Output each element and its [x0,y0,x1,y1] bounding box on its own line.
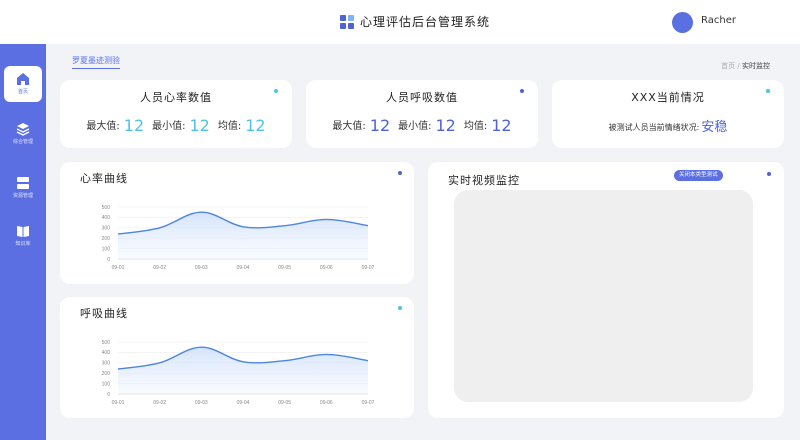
sidebar-item-label: 综合管理 [12,139,33,145]
sidebar-item-label: 知识库 [15,241,31,247]
mood-row: 被测试人员当前情绪状况: 安稳 [552,116,784,135]
indicator-dot [767,172,771,176]
breadcrumb: 首页 / 实时监控 [721,61,770,71]
y-tick-label: 200 [102,371,111,377]
sidebar-item-home[interactable]: 首页 [4,66,42,102]
x-tick-label: 09-02 [153,400,166,406]
top-header: 心理评估后台管理系统 Racher [0,0,800,44]
card-title: 人员心率数值 [140,91,212,104]
x-tick-label: 09-01 [112,265,125,271]
breadcrumb-home[interactable]: 首页 [721,62,735,70]
x-tick-label: 09-03 [195,265,208,271]
y-tick-label: 500 [102,205,111,211]
x-tick-label: 09-06 [320,400,333,406]
min-label: 最小值: [398,121,432,132]
app-title: 心理评估后台管理系统 [360,15,491,29]
card-title: 人员呼吸数值 [386,91,458,104]
y-tick-label: 300 [102,361,111,367]
sidebar-item-label: 资源管理 [12,193,33,199]
card-title: XXX当前情况 [631,91,705,104]
y-tick-label: 500 [102,340,111,346]
min-value: 12 [435,116,456,135]
x-tick-label: 09-05 [278,265,291,271]
video-feed [454,190,753,402]
max-value: 12 [369,116,391,135]
x-tick-label: 09-04 [237,400,250,406]
y-tick-label: 0 [107,257,110,263]
heart-rate-chart: 0 100 200 300 400 500 09-01 09-02 09-03 09-04 09-0… [102,205,375,271]
avg-value: 12 [245,116,266,135]
sidebar-item-label: 首页 [17,89,28,95]
heart-rate-chart-card: 心率曲线 0 100 200 300 400 500 09-01 09-02 09-03 09-0… [60,162,414,284]
max-value: 12 [123,116,145,135]
sidebar-item-knowledge[interactable]: 知识库 [4,218,42,254]
sidebar: 首页 综合管理 资源管理 知识库 [0,44,46,440]
x-tick-label: 09-06 [320,265,333,271]
breadcrumb-current: 实时监控 [742,62,770,70]
x-tick-label: 09-03 [195,400,208,406]
storage-icon [17,177,29,189]
min-value: 12 [189,116,210,135]
y-tick-label: 200 [102,236,111,242]
y-tick-label: 300 [102,226,111,232]
avg-label: 均值: [463,121,488,132]
layers-icon [16,123,30,136]
mood-value: 安稳 [701,120,728,135]
x-tick-label: 09-07 [362,265,375,271]
max-label: 最大值: [332,121,366,132]
max-label: 最大值: [86,121,120,132]
avg-label: 均值: [217,121,242,132]
sidebar-item-management[interactable]: 综合管理 [4,116,42,152]
breadcrumb-separator: / [737,62,740,70]
app-logo-icon [340,15,354,29]
stat-row: 最大值: 12 最小值: 12 均值: 12 [306,116,538,135]
tab-rorschach[interactable]: 罗夏墨迹测验 [72,55,120,69]
x-tick-label: 09-05 [278,400,291,406]
mood-label: 被测试人员当前情绪状况: [608,123,700,132]
y-tick-label: 0 [107,392,110,398]
book-icon [17,226,29,237]
avatar[interactable] [672,12,693,33]
sidebar-item-resources[interactable]: 资源管理 [4,170,42,206]
y-tick-label: 400 [102,215,111,221]
breath-rate-card: 人员呼吸数值 最大值: 12 最小值: 12 均值: 12 [306,80,538,148]
home-icon [17,73,29,85]
y-tick-label: 400 [102,350,111,356]
y-tick-label: 100 [102,246,111,252]
x-tick-label: 09-04 [237,265,250,271]
breath-chart-card: 呼吸曲线 0 100 200 300 400 500 09-01 09-02 09-03 09-0… [60,297,414,418]
x-tick-label: 09-07 [362,400,375,406]
status-card: XXX当前情况 被测试人员当前情绪状况: 安稳 [552,80,784,148]
card-title: 实时视频监控 [448,174,520,187]
heart-rate-card: 人员心率数值 最大值: 12 最小值: 12 均值: 12 [60,80,292,148]
breath-chart: 0 100 200 300 400 500 09-01 09-02 09-03 09-04 09-0… [102,340,375,406]
min-label: 最小值: [152,121,186,132]
y-tick-label: 100 [102,381,111,387]
x-tick-label: 09-02 [153,265,166,271]
close-test-button[interactable]: 关闭本类型测试 [674,170,723,181]
avg-value: 12 [491,116,512,135]
x-tick-label: 09-01 [112,400,125,406]
stat-row: 最大值: 12 最小值: 12 均值: 12 [60,116,292,135]
video-monitor-card: 实时视频监控 关闭本类型测试 [428,162,784,418]
user-name[interactable]: Racher [701,15,736,26]
